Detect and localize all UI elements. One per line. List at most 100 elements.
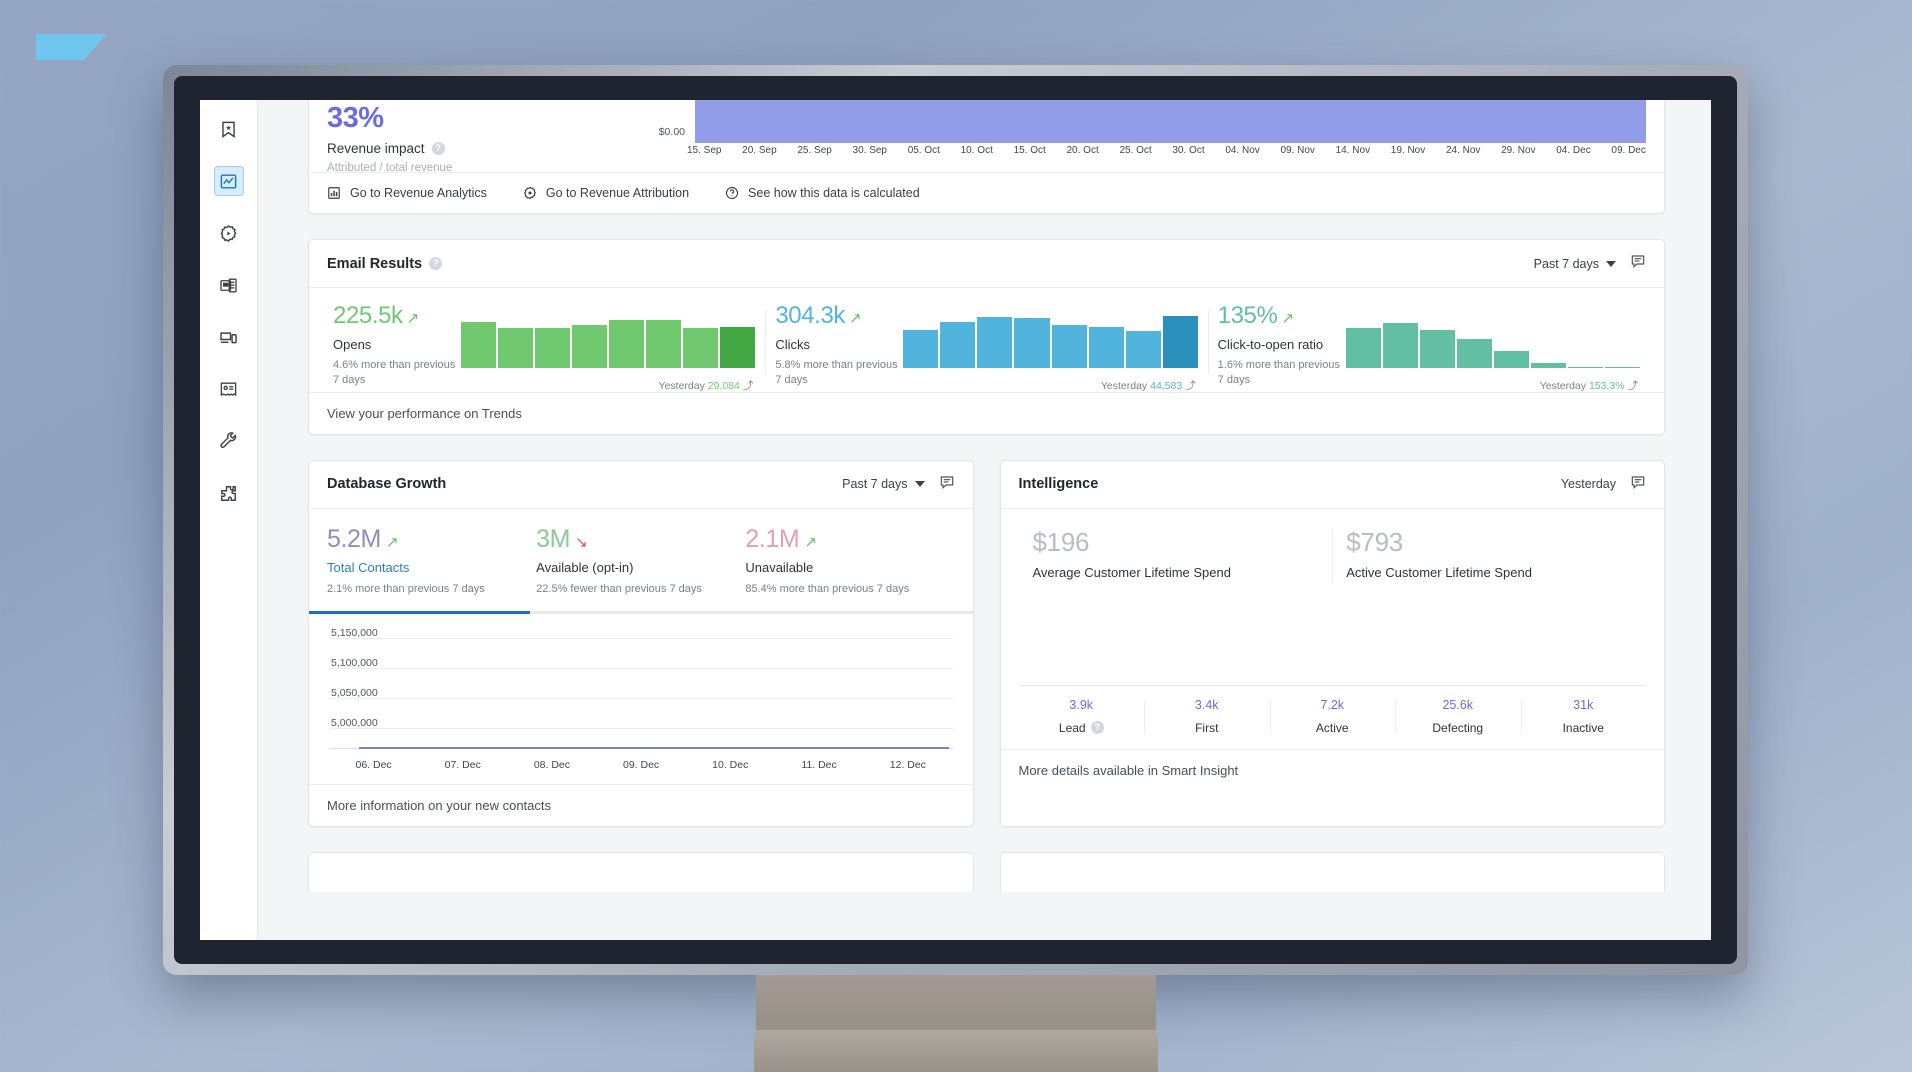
help-icon[interactable]: ? xyxy=(431,142,445,155)
lifecycle-stat[interactable]: 31k Inactive xyxy=(1520,698,1647,735)
sparkline-bar xyxy=(1382,323,1418,368)
lifecycle-stat[interactable]: 3.4k First xyxy=(1144,698,1270,735)
smart-insight-link: More details available in Smart Insight xyxy=(1018,762,1239,778)
email-metric: 225.5k ↗ Opens 4.6% more than previous 7 da… xyxy=(323,304,765,392)
sidebar-item-channels[interactable] xyxy=(214,322,244,352)
sidebar-item-content[interactable] xyxy=(214,270,244,300)
lifecycle-stat[interactable]: 3.9k Lead? xyxy=(1019,698,1145,735)
trend-up-icon: ↗ xyxy=(385,533,399,551)
content-icon xyxy=(219,276,238,295)
metric-value-row: 135% ↗ xyxy=(1218,304,1346,328)
sparkline-footer[interactable]: Yesterday 153.3% ⤴ xyxy=(1540,378,1638,393)
revenue-date-tick: 09. Dec xyxy=(1611,145,1646,156)
link-label: Go to Revenue Attribution xyxy=(545,186,690,200)
link-label: Go to Revenue Analytics xyxy=(350,186,487,200)
metric-value-row: 225.5k ↗ xyxy=(333,304,461,328)
sparkline-bar xyxy=(1604,366,1641,368)
intelligence-metrics: $196 Average Customer Lifetime Spend $793 A… xyxy=(1001,509,1665,685)
metric-value: 3M xyxy=(536,524,571,553)
y-axis-tick: 5,050,000 xyxy=(331,686,378,699)
metric-delta: 2.1% more than previous 7 days xyxy=(327,582,485,595)
email-results-footer[interactable]: View your performance on Trends xyxy=(309,391,1664,434)
metric-value: $196 xyxy=(1032,526,1090,557)
database-growth-range-selector[interactable]: Past 7 days xyxy=(842,477,925,492)
sparkline-bar xyxy=(535,328,571,368)
revenue-impact-value: 33% xyxy=(327,102,384,134)
database-growth-footer[interactable]: More information on your new contacts xyxy=(309,783,973,826)
trend-down-icon: ↘ xyxy=(575,533,588,551)
revenue-impact-summary: 33% Revenue impact ? Attributed / total … xyxy=(327,100,657,175)
database-growth-metric[interactable]: 5.2M ↗ Total Contacts 2.1% more than previo… xyxy=(327,524,536,597)
x-axis-tick: 07. Dec xyxy=(444,758,481,771)
help-icon[interactable]: ? xyxy=(1090,721,1104,735)
revenue-card-footer: Go to Revenue Analytics Go to Revenue At… xyxy=(309,172,1664,213)
metric-sparkline: Yesterday 44,583 ⤴ xyxy=(903,304,1198,392)
go-to-revenue-attribution-link[interactable]: Go to Revenue Attribution xyxy=(523,186,689,200)
sparkline-bar xyxy=(572,324,608,368)
open-detail-icon[interactable]: ⤴ xyxy=(1627,380,1638,392)
sparkline-footer[interactable]: Yesterday 29,084 ⤴ xyxy=(659,378,754,393)
yesterday-value: 44,583 xyxy=(1150,380,1183,392)
email-results-card: Email Results ? Past 7 days 225.5k ↗ Ope… xyxy=(308,239,1665,435)
comment-icon[interactable] xyxy=(1630,253,1646,274)
sidebar-item-bookmark[interactable] xyxy=(214,114,244,144)
sparkline-bar xyxy=(461,322,497,368)
sparkline-bar xyxy=(1456,339,1492,368)
sidebar-item-tools[interactable] xyxy=(214,426,244,456)
yesterday-label: Yesterday xyxy=(658,380,705,392)
comment-icon[interactable] xyxy=(1630,474,1646,495)
stat-label-row: Lead? xyxy=(1019,721,1145,735)
intelligence-metric: $793 Active Customer Lifetime Spend xyxy=(1332,528,1646,685)
metric-name: Click-to-open ratio xyxy=(1217,337,1324,352)
comment-icon[interactable] xyxy=(939,474,955,495)
range-label: Past 7 days xyxy=(842,477,908,492)
database-growth-metric[interactable]: 3M ↘ Available (opt-in) 22.5% fewer than pr… xyxy=(536,524,745,597)
metric-name: Unavailable xyxy=(745,559,814,575)
sparkline-bar xyxy=(1419,329,1455,368)
sparkline-bars xyxy=(461,306,756,368)
metric-value: 135% xyxy=(1217,302,1278,329)
sparkline-bar xyxy=(1014,318,1050,368)
metric-name: Available (opt-in) xyxy=(536,559,634,575)
lifecycle-stat[interactable]: 25.6k Defecting xyxy=(1395,698,1521,735)
sparkline-bar xyxy=(1567,366,1603,368)
intelligence-lifecycle-stats: 3.9k Lead? 3.4k First 7.2k Active 25.6k Defecti… xyxy=(1018,684,1647,749)
channels-icon xyxy=(219,328,238,347)
help-icon[interactable]: ? xyxy=(429,257,443,270)
revenue-date-tick: 04. Nov xyxy=(1225,145,1260,156)
intelligence-range-selector[interactable]: Yesterday xyxy=(1561,477,1616,491)
open-detail-icon[interactable]: ⤴ xyxy=(743,380,754,392)
lifecycle-stat[interactable]: 7.2k Active xyxy=(1269,698,1396,735)
open-detail-icon[interactable]: ⤴ xyxy=(1185,380,1196,392)
revenue-impact-label: Revenue impact ? xyxy=(327,141,657,156)
yesterday-value: 29,084 xyxy=(707,380,740,392)
stat-label-row: Inactive xyxy=(1521,721,1647,735)
email-results-range-selector[interactable]: Past 7 days xyxy=(1534,257,1616,271)
metric-value: 5.2M xyxy=(327,524,381,553)
stat-label-row: Defecting xyxy=(1395,721,1521,735)
sparkline-bar xyxy=(498,328,534,368)
database-growth-metric[interactable]: 2.1M ↗ Unavailable 85.4% more than previous… xyxy=(745,526,954,597)
intelligence-card: Intelligence Yesterday $196 Average Cust… xyxy=(999,459,1665,827)
yesterday-value: 153.3% xyxy=(1588,380,1625,392)
bar-chart-icon xyxy=(327,186,341,200)
sparkline-footer[interactable]: Yesterday 44,583 ⤴ xyxy=(1101,378,1196,393)
intelligence-footer[interactable]: More details available in Smart Insight xyxy=(1000,748,1664,791)
revenue-date-tick: 30. Oct xyxy=(1172,145,1205,156)
email-metrics-row: 225.5k ↗ Opens 4.6% more than previous 7 da… xyxy=(309,288,1664,392)
revenue-impact-card: 33% Revenue impact ? Attributed / total … xyxy=(308,100,1665,214)
sidebar-item-integrations[interactable] xyxy=(214,478,244,508)
sparkline-bar xyxy=(683,328,719,368)
integrations-puzzle-icon xyxy=(219,484,238,503)
sparkline-bar xyxy=(903,329,939,368)
go-to-revenue-analytics-link[interactable]: Go to Revenue Analytics xyxy=(327,186,487,200)
chevron-down-icon xyxy=(1606,260,1616,267)
monitor-screen-frame: 33% Revenue impact ? Attributed / total … xyxy=(174,76,1737,964)
chevron-down-icon xyxy=(914,481,925,488)
sidebar-item-contacts[interactable] xyxy=(214,374,244,404)
tab-underline-segment xyxy=(309,610,531,614)
metric-delta: 85.4% more than previous 7 days xyxy=(745,582,910,595)
sidebar-item-analytics[interactable] xyxy=(213,166,244,196)
sidebar-item-automation[interactable] xyxy=(214,218,244,248)
see-how-data-calculated-link[interactable]: See how this data is calculated xyxy=(725,186,920,200)
